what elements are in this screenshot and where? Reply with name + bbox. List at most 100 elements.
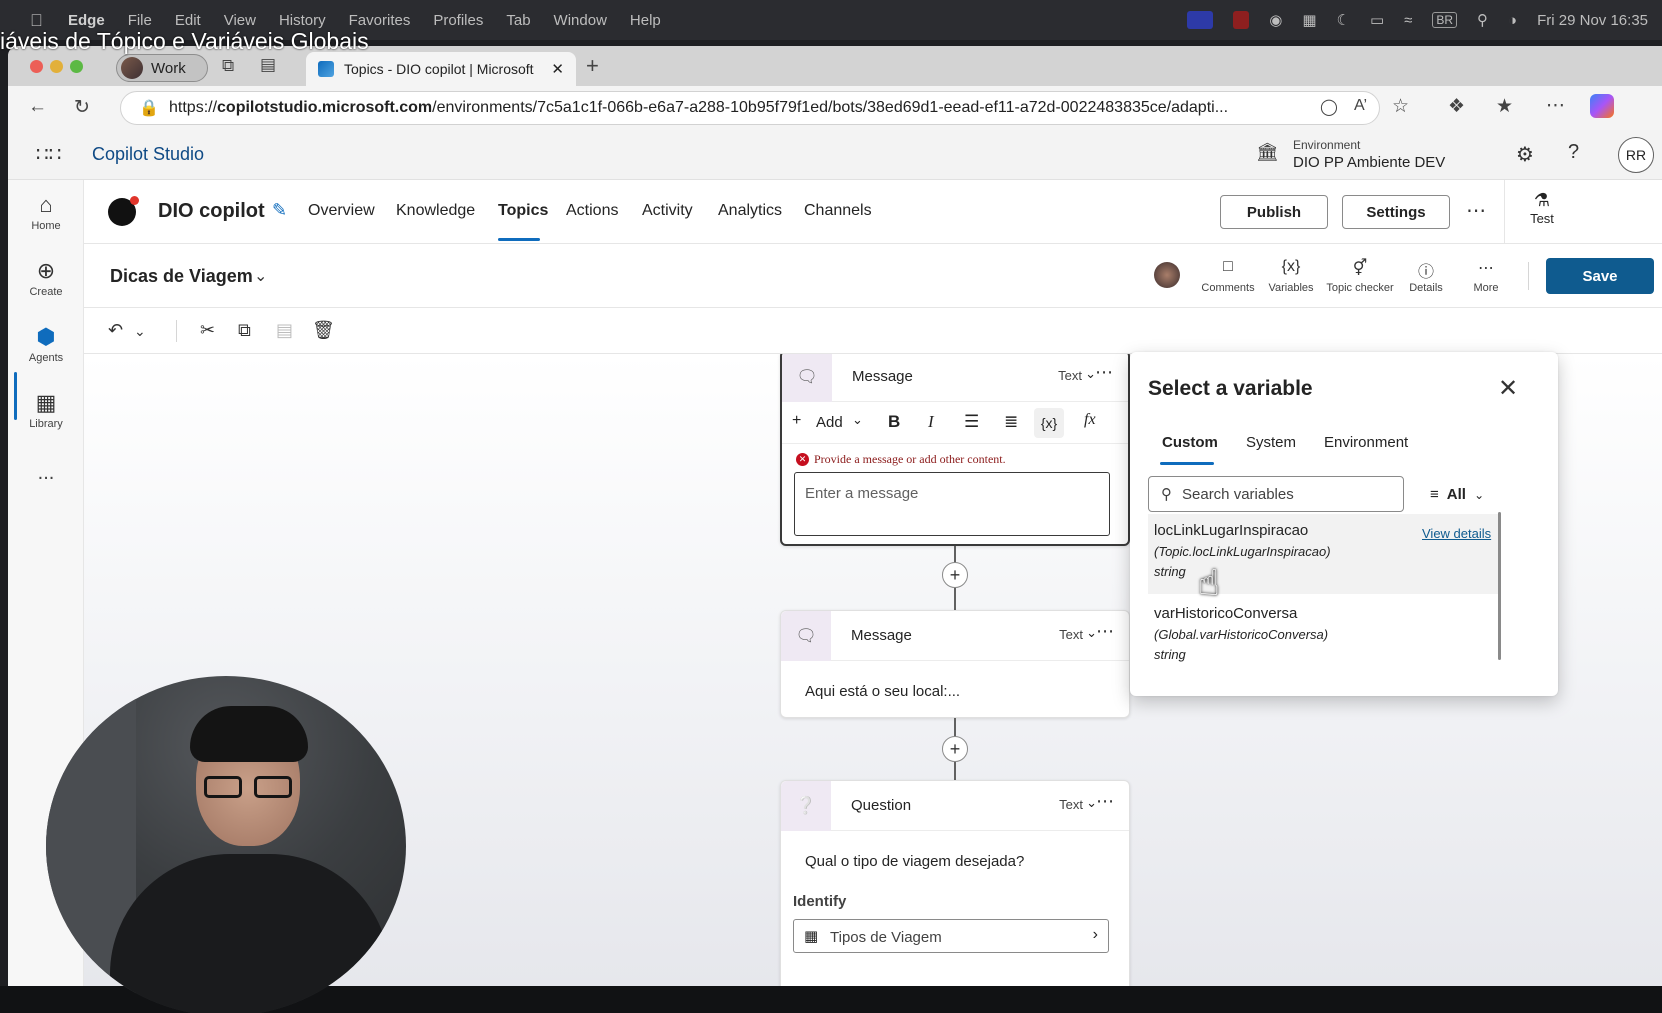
chevron-down-icon[interactable]: ⌄	[852, 412, 863, 428]
menu-tab[interactable]: Tab	[506, 12, 530, 29]
node-more-icon[interactable]: ⋯	[1095, 362, 1114, 383]
settings-gear-icon[interactable]: ⚙	[1516, 142, 1534, 167]
tab-actions[interactable]: Actions	[566, 202, 618, 220]
numbered-list-icon[interactable]: ≣	[1004, 412, 1018, 432]
environment-icon[interactable]: 🏛	[1256, 142, 1279, 163]
chevron-down-icon[interactable]: ⌄	[254, 266, 267, 286]
battery-icon[interactable]: ▭	[1370, 11, 1384, 29]
extensions-icon[interactable]: ❖	[1448, 95, 1465, 118]
close-window-icon[interactable]	[30, 60, 43, 73]
search-variables-input[interactable]: ⚲ Search variables	[1148, 476, 1404, 512]
tab-actions-icon[interactable]: ▤	[260, 55, 276, 75]
variable-item[interactable]: varHistoricoConversa (Global.varHistoric…	[1148, 597, 1500, 677]
menu-app-name[interactable]: Edge	[68, 12, 105, 29]
insert-variable-icon[interactable]: {x}	[1034, 408, 1064, 438]
reload-icon[interactable]: ↻	[74, 96, 90, 119]
app-title[interactable]: Copilot Studio	[92, 144, 204, 165]
collaborator-avatar[interactable]	[1154, 262, 1180, 288]
add-node-plus-button[interactable]: +	[942, 562, 968, 588]
grid-icon[interactable]: ▦	[1302, 11, 1316, 29]
save-button[interactable]: Save	[1546, 258, 1654, 294]
zoom-window-icon[interactable]	[70, 60, 83, 73]
copilot-icon[interactable]	[1590, 94, 1614, 118]
add-node-plus-button[interactable]: +	[942, 736, 968, 762]
favorites-list-icon[interactable]: ★	[1496, 95, 1513, 118]
bold-icon[interactable]: B	[888, 412, 900, 432]
menu-file[interactable]: File	[128, 12, 152, 29]
undo-dropdown-chevron-icon[interactable]: ⌄	[134, 323, 146, 340]
spotlight-search-icon[interactable]: ⚲	[1477, 11, 1488, 29]
rail-home[interactable]: ⌂ Home	[8, 190, 84, 232]
edit-agent-icon[interactable]: ✎	[272, 200, 287, 221]
rail-more[interactable]: ...	[8, 462, 84, 485]
var-tab-system[interactable]: System	[1246, 434, 1296, 451]
user-avatar[interactable]: RR	[1618, 137, 1654, 173]
message-text-input[interactable]: Enter a message	[794, 472, 1110, 536]
close-icon[interactable]: ✕	[1498, 374, 1518, 403]
apple-icon[interactable]: 	[30, 11, 46, 30]
tab-activity[interactable]: Activity	[642, 202, 693, 220]
message-content[interactable]: Aqui está o seu local:...	[805, 683, 960, 700]
message-node-2[interactable]: 🗨 Message Text ⌄ ⋯ Aqui está o seu local…	[780, 610, 1130, 718]
undo-icon[interactable]: ↶	[108, 320, 123, 341]
identify-entity-select[interactable]: ▦ Tipos de Viagem ›	[793, 919, 1109, 953]
profile-button[interactable]: Work	[116, 54, 208, 82]
var-tab-environment[interactable]: Environment	[1324, 434, 1408, 451]
rail-create[interactable]: ⊕ Create	[8, 256, 84, 298]
view-details-link[interactable]: View details	[1422, 526, 1491, 541]
tab-channels[interactable]: Channels	[804, 202, 872, 220]
screen-share-icon[interactable]	[1187, 11, 1214, 29]
lock-icon[interactable]: 🔒	[139, 98, 159, 118]
tab-topics[interactable]: Topics	[498, 202, 548, 220]
tab-analytics[interactable]: Analytics	[718, 202, 782, 220]
variables-button[interactable]: {x} Variables	[1264, 258, 1318, 294]
node-type-select[interactable]: Text	[1059, 797, 1083, 812]
url-input[interactable]: 🔒 https://copilotstudio.microsoft.com/en…	[120, 91, 1380, 125]
menu-view[interactable]: View	[224, 12, 256, 29]
read-aloud-icon[interactable]: A’	[1354, 97, 1367, 115]
help-icon[interactable]: ?	[1568, 141, 1579, 164]
back-arrow-icon[interactable]: ←	[28, 96, 47, 118]
add-content-button[interactable]: Add	[816, 414, 843, 431]
copy-icon[interactable]: ⧉	[238, 320, 251, 341]
menu-profiles[interactable]: Profiles	[433, 12, 483, 29]
details-button[interactable]: ⓘ Details	[1402, 258, 1450, 294]
record-icon[interactable]	[1233, 11, 1250, 29]
settings-button[interactable]: Settings	[1342, 195, 1450, 229]
tab-knowledge[interactable]: Knowledge	[396, 202, 475, 220]
menu-help[interactable]: Help	[630, 12, 661, 29]
node-type-select[interactable]: Text	[1059, 627, 1083, 642]
message-node-1[interactable]: 🗨 Message Text ⌄ ⋯ + Add ⌄ B I ☰ ≣ {x} f…	[780, 354, 1130, 546]
comments-button[interactable]: □ Comments	[1196, 258, 1260, 294]
minimize-window-icon[interactable]	[50, 60, 63, 73]
node-type-select[interactable]: Text	[1058, 368, 1082, 383]
node-more-icon[interactable]: ⋯	[1096, 791, 1115, 812]
browser-menu-icon[interactable]: ⋯	[1546, 94, 1565, 117]
tracking-prevention-icon[interactable]: ◯	[1320, 97, 1338, 117]
var-tab-custom[interactable]: Custom	[1162, 434, 1218, 451]
workspaces-icon[interactable]: ⧉	[222, 56, 234, 76]
menu-history[interactable]: History	[279, 12, 326, 29]
question-content[interactable]: Qual o tipo de viagem desejada?	[805, 853, 1024, 870]
agent-name[interactable]: DIO copilot	[158, 200, 265, 223]
tab-topics[interactable]: Topics - DIO copilot | Microsoft ✕	[306, 52, 576, 86]
rail-agents[interactable]: ⬢ Agents	[8, 322, 84, 364]
formula-fx-icon[interactable]: fx	[1084, 411, 1096, 429]
question-node[interactable]: ❔ Question Text ⌄ ⋯ Qual o tipo de viage…	[780, 780, 1130, 986]
menu-favorites[interactable]: Favorites	[349, 12, 411, 29]
agent-more-icon[interactable]: ⋯	[1466, 198, 1486, 223]
test-button[interactable]: ⚗ Test	[1512, 190, 1572, 226]
node-more-icon[interactable]: ⋯	[1096, 621, 1115, 642]
topic-checker-button[interactable]: ⚥ Topic checker	[1320, 258, 1400, 294]
menu-edit[interactable]: Edit	[175, 12, 201, 29]
moon-icon[interactable]: ☾	[1337, 11, 1350, 29]
variable-list-scrollbar[interactable]	[1498, 512, 1501, 660]
publish-button[interactable]: Publish	[1220, 195, 1328, 229]
wifi-icon[interactable]: ≈	[1404, 12, 1412, 29]
menu-window[interactable]: Window	[554, 12, 607, 29]
extension-icon[interactable]: ◉	[1269, 11, 1282, 29]
filter-dropdown[interactable]: ≡ All ⌄	[1430, 486, 1484, 503]
topic-title[interactable]: Dicas de Viagem	[110, 266, 253, 287]
app-launcher-icon[interactable]: ∷∷	[36, 142, 61, 167]
environment-name[interactable]: DIO PP Ambiente DEV	[1293, 154, 1445, 171]
